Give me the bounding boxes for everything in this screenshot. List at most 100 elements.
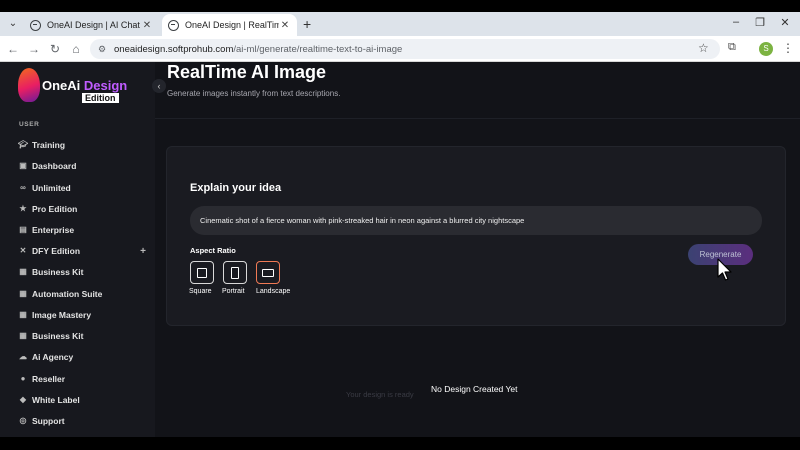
sidebar-item-unlimited[interactable]: ∞ Unlimited (18, 181, 148, 195)
address-bar[interactable]: ⚙ oneaidesign.softprohub.com/ai-ml/gener… (90, 39, 720, 59)
sidebar-item-label: Enterprise (32, 225, 75, 235)
sidebar-item-label: White Label (32, 395, 80, 405)
sidebar-collapse-chevron-icon[interactable]: ‹ (152, 79, 166, 93)
tab-title: OneAI Design | AI Chat (47, 20, 140, 30)
profile-avatar[interactable]: S (759, 42, 773, 56)
new-tab-plus-icon[interactable]: + (303, 17, 311, 31)
restore-icon[interactable]: ❐ (752, 16, 768, 29)
user-icon: ● (20, 374, 26, 383)
sidebar-section-label: USER (19, 121, 40, 128)
aspect-landscape-caption: Landscape (256, 288, 291, 295)
aspect-ratio-label: Aspect Ratio (190, 246, 236, 255)
sidebar-item-support[interactable]: ◎ Support (18, 414, 148, 428)
browser-toolbar: ← → ↻ ⌂ ⚙ oneaidesign.softprohub.com/ai-… (0, 36, 800, 62)
home-icon[interactable]: ⌂ (69, 41, 83, 57)
grid-icon: ▦ (19, 310, 27, 319)
url-path: /ai-ml/generate/realtime-text-to-ai-imag… (233, 43, 403, 55)
logo-text-a: OneAi (42, 78, 84, 93)
sidebar-item-label: Business Kit (32, 267, 84, 277)
sidebar: OneAi Design Edition USER 🎓︎ Training ▣ Da… (0, 62, 155, 437)
generator-card: Explain your idea Aspect Ratio Square Po… (166, 146, 786, 326)
aspect-square-caption: Square (189, 288, 212, 295)
building-icon: ▤ (19, 225, 27, 234)
portrait-shape-icon (231, 266, 239, 279)
app-root: OneAi Design Edition USER 🎓︎ Training ▣ Da… (0, 62, 800, 437)
browser-tab-ai-chat[interactable]: OneAI Design | AI Chat ✕ (24, 14, 159, 36)
support-icon: ◎ (19, 416, 27, 425)
aspect-landscape-button[interactable] (256, 261, 280, 284)
sidebar-item-label: Image Mastery (32, 310, 92, 320)
sidebar-item-label: DFY Edition (32, 246, 81, 256)
site-favicon-icon (168, 19, 179, 31)
site-favicon-icon (30, 19, 41, 31)
extensions-puzzle-icon[interactable]: ⧉ (728, 41, 736, 54)
sidebar-item-automation-suite[interactable]: ▦ Automation Suite (18, 287, 148, 301)
header-divider (155, 118, 800, 119)
infinity-icon: ∞ (20, 183, 26, 192)
prompt-input[interactable] (190, 206, 762, 235)
sidebar-item-training[interactable]: 🎓︎ Training (18, 138, 148, 152)
graduation-icon: 🎓︎ (18, 140, 29, 149)
window-close-icon[interactable]: ✕ (777, 16, 793, 29)
card-heading: Explain your idea (190, 182, 282, 194)
grid-icon: ▦ (19, 289, 27, 298)
sidebar-item-label: Training (32, 140, 66, 150)
agency-icon: ☁ (19, 352, 27, 361)
page-subtitle: Generate images instantly from text desc… (167, 89, 341, 98)
sidebar-item-business-kit-2[interactable]: ▦ Business Kit (18, 329, 148, 343)
forward-arrow-icon[interactable]: → (27, 41, 41, 57)
sidebar-item-enterprise[interactable]: ▤ Enterprise (18, 223, 148, 237)
sidebar-item-label: Support (32, 416, 65, 426)
aspect-portrait-button[interactable] (223, 261, 247, 284)
sidebar-item-label: Reseller (32, 374, 66, 384)
tab-search-icon[interactable]: ⌄ (6, 17, 20, 31)
back-arrow-icon[interactable]: ← (6, 41, 20, 57)
sidebar-item-business-kit[interactable]: ▦ Business Kit (18, 265, 148, 279)
grid-icon: ▦ (19, 331, 27, 340)
url-host: oneaidesign.softprohub.com (114, 43, 234, 55)
sidebar-item-label: Pro Edition (32, 204, 78, 214)
expand-plus-icon[interactable]: + (140, 246, 146, 257)
sidebar-item-label: Business Kit (32, 331, 84, 341)
square-shape-icon (197, 267, 207, 278)
top-letterbox (0, 0, 800, 12)
sidebar-item-label: Automation Suite (32, 289, 103, 299)
mouse-cursor-icon (717, 258, 732, 281)
sidebar-item-label: Unlimited (32, 183, 71, 193)
landscape-shape-icon (262, 268, 274, 277)
bottom-letterbox (0, 437, 800, 450)
tag-icon: ◆ (19, 395, 27, 404)
sidebar-item-ai-agency[interactable]: ☁ Ai Agency (18, 350, 148, 364)
grid-icon: ▦ (19, 267, 27, 276)
logo-text-b: Design (83, 78, 128, 93)
page-title: RealTime AI Image (167, 62, 327, 82)
sidebar-item-pro-edition[interactable]: ★ Pro Edition (18, 202, 148, 216)
aspect-square-button[interactable] (190, 261, 214, 284)
brand-logo[interactable]: OneAi Design Edition (18, 68, 130, 104)
dashboard-icon: ▣ (19, 161, 27, 170)
bookmark-star-icon[interactable]: ☆ (698, 41, 709, 55)
logo-edition-badge: Edition (82, 93, 119, 103)
sidebar-item-dfy-edition[interactable]: ✕ DFY Edition + (18, 244, 148, 258)
empty-state-message: No Design Created Yet (431, 384, 518, 394)
sidebar-item-dashboard[interactable]: ▣ Dashboard (18, 159, 148, 173)
minimize-icon[interactable]: – (728, 16, 744, 28)
close-icon[interactable]: ✕ (279, 20, 291, 31)
sidebar-item-image-mastery[interactable]: ▦ Image Mastery (18, 308, 148, 322)
star-icon: ★ (19, 204, 27, 213)
sidebar-item-label: Dashboard (32, 161, 77, 171)
tab-title: OneAI Design | RealTime AI Ima (185, 20, 279, 30)
sidebar-item-white-label[interactable]: ◆ White Label (18, 393, 148, 407)
close-icon[interactable]: ✕ (141, 20, 153, 31)
browser-tab-strip: ⌄ OneAI Design | AI Chat ✕ OneAI Design … (0, 12, 800, 36)
menu-kebab-icon[interactable]: ⋮ (782, 41, 794, 55)
browser-tab-realtime-image[interactable]: OneAI Design | RealTime AI Ima ✕ (162, 14, 297, 36)
sidebar-item-label: Ai Agency (32, 352, 74, 362)
tools-icon: ✕ (19, 246, 27, 255)
main-content: RealTime AI Image Generate images instan… (155, 62, 800, 437)
brain-logo-icon (18, 68, 40, 102)
reload-icon[interactable]: ↻ (48, 41, 62, 57)
site-info-icon[interactable]: ⚙ (98, 44, 108, 54)
sidebar-item-reseller[interactable]: ● Reseller (18, 372, 148, 386)
logo-wordmark: OneAi Design (42, 78, 127, 93)
